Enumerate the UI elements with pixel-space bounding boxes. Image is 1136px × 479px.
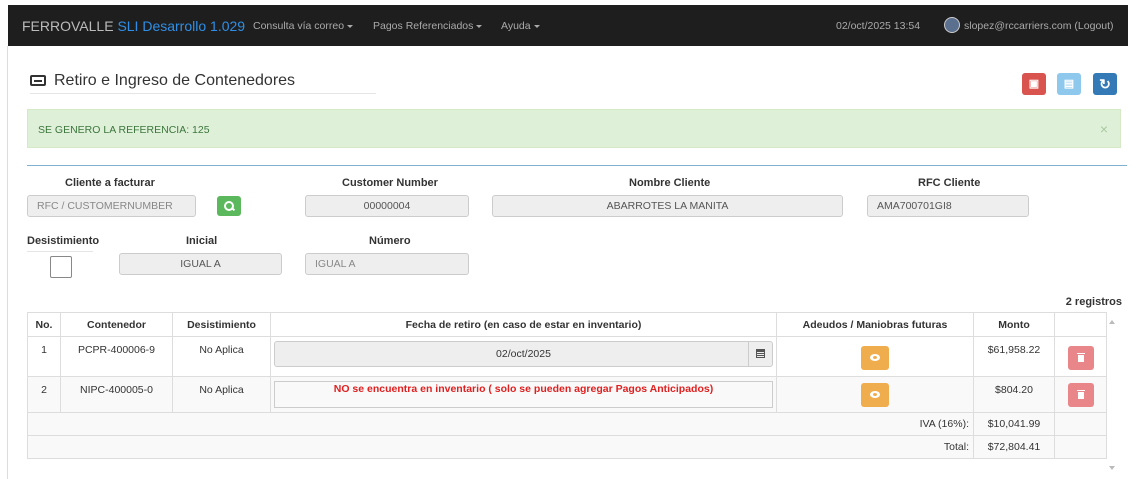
pdf-icon: ▣ (1028, 78, 1040, 90)
desistimiento-label: Desistimiento (27, 235, 100, 247)
success-alert: SE GENERO LA REFERENCIA: 125 × (27, 109, 1121, 148)
page-header: Retiro e Ingreso de Contenedores (30, 72, 295, 90)
refresh-button[interactable]: ↻ (1093, 73, 1117, 95)
cell-desistimiento: No Aplica (172, 336, 271, 377)
section-separator (27, 165, 1127, 166)
rfc-cliente-field: AMA700701GI8 (867, 195, 1029, 217)
column-header: No. (27, 312, 61, 337)
menu-label: Consulta vía correo (253, 20, 345, 32)
page-left-border (7, 46, 8, 479)
customer-number-label: Customer Number (342, 177, 438, 189)
refresh-icon: ↻ (1099, 76, 1111, 92)
column-header: Monto (973, 312, 1055, 337)
iva-label: IVA (16%): (27, 412, 974, 436)
pdf-button[interactable]: ▣ (1022, 73, 1046, 95)
cell-no: 1 (27, 336, 61, 377)
cell-monto: $61,958.22 (973, 336, 1055, 377)
numero-label: Número (369, 235, 411, 247)
delete-row-button[interactable] (1067, 383, 1094, 407)
header-underline (30, 93, 376, 94)
cell-adeudos (776, 376, 974, 413)
inicial-field: IGUAL A (119, 253, 282, 275)
cell-contenedor: PCPR-400006-9 (60, 336, 173, 377)
numero-field: IGUAL A (305, 253, 469, 275)
caret-down-icon (533, 24, 540, 28)
cell-no: 2 (27, 376, 61, 413)
label-underline (27, 251, 93, 252)
document-icon: ▤ (1063, 78, 1075, 90)
document-button[interactable]: ▤ (1057, 73, 1081, 95)
menu-consulta-correo[interactable]: Consulta vía correo (253, 20, 354, 32)
cell-monto: $804.20 (973, 376, 1055, 413)
cell-actions (1054, 376, 1107, 413)
caret-down-icon (476, 24, 483, 28)
view-adeudos-button[interactable] (861, 383, 889, 407)
caret-down-icon (347, 24, 354, 28)
fecha-retiro-input[interactable]: 02/oct/2025 (274, 341, 773, 367)
cell-contenedor: NIPC-400005-0 (60, 376, 173, 413)
column-header: Fecha de retiro (en caso de estar en inv… (270, 312, 777, 337)
cell-fecha: NO se encuentra en inventario ( solo se … (270, 376, 777, 413)
brand-prefix: FERROVALLE (22, 18, 114, 34)
cliente-label: Cliente a facturar (65, 177, 155, 189)
total-row: Total: $72,804.41 (27, 435, 1107, 459)
iva-value: $10,041.99 (973, 412, 1055, 436)
menu-label: Pagos Referenciados (373, 20, 474, 32)
current-datetime: 02/oct/2025 13:54 (836, 20, 921, 32)
brand[interactable]: FERROVALLE SLI Desarrollo 1.029 (22, 18, 245, 34)
alert-message: SE GENERO LA REFERENCIA: 125 (38, 124, 210, 136)
empty-cell (1054, 435, 1107, 459)
inicial-label: Inicial (186, 235, 218, 247)
rfc-cliente-label: RFC Cliente (918, 177, 981, 189)
user-logout-link[interactable]: slopez@rccarriers.com (Logout) (964, 20, 1114, 32)
containers-table: No. Contenedor Desistimiento Fecha de re… (27, 312, 1107, 459)
column-header: Contenedor (60, 312, 173, 337)
column-header: Adeudos / Maniobras futuras (776, 312, 974, 337)
menu-ayuda[interactable]: Ayuda (501, 20, 540, 32)
menu-label: Ayuda (501, 20, 531, 32)
fecha-value: 02/oct/2025 (496, 348, 551, 360)
scroll-down-icon[interactable] (1109, 466, 1115, 470)
user-avatar (944, 17, 960, 33)
iva-row: IVA (16%): $10,041.99 (27, 412, 1107, 436)
record-count: 2 registros (1065, 296, 1122, 308)
page-title: Retiro e Ingreso de Contenedores (54, 72, 296, 89)
inbox-icon (30, 75, 46, 86)
cliente-input[interactable]: RFC / CUSTOMERNUMBER (27, 195, 196, 217)
not-in-inventory-warning: NO se encuentra en inventario ( solo se … (274, 381, 773, 408)
search-button[interactable] (217, 196, 241, 216)
top-navbar: FERROVALLE SLI Desarrollo 1.029 Consulta… (8, 5, 1128, 46)
nombre-cliente-label: Nombre Cliente (629, 177, 711, 189)
desistimiento-checkbox[interactable] (50, 256, 72, 278)
cell-desistimiento: No Aplica (172, 376, 271, 413)
cell-actions (1054, 336, 1107, 377)
customer-number-field: 00000004 (305, 195, 469, 217)
brand-name: SLI Desarrollo 1.029 (117, 18, 246, 34)
close-icon[interactable]: × (1100, 121, 1108, 137)
calendar-icon[interactable] (748, 342, 772, 366)
scroll-up-icon[interactable] (1109, 320, 1115, 324)
cell-adeudos (776, 336, 974, 377)
view-adeudos-button[interactable] (861, 346, 889, 370)
total-label: Total: (27, 435, 974, 459)
empty-cell (1054, 412, 1107, 436)
table-row: 2 NIPC-400005-0 No Aplica NO se encuentr… (27, 376, 1107, 413)
column-header (1054, 312, 1107, 337)
nombre-cliente-field: ABARROTES LA MANITA (492, 195, 843, 217)
column-header: Desistimiento (172, 312, 271, 337)
delete-row-button[interactable] (1067, 346, 1094, 370)
table-scrollbar[interactable] (1106, 312, 1120, 476)
table-row: 1 PCPR-400006-9 No Aplica 02/oct/2025 $6… (27, 336, 1107, 377)
table-header-row: No. Contenedor Desistimiento Fecha de re… (27, 312, 1107, 337)
menu-pagos-referenciados[interactable]: Pagos Referenciados (373, 20, 483, 32)
total-value: $72,804.41 (973, 435, 1055, 459)
cell-fecha: 02/oct/2025 (270, 336, 777, 377)
